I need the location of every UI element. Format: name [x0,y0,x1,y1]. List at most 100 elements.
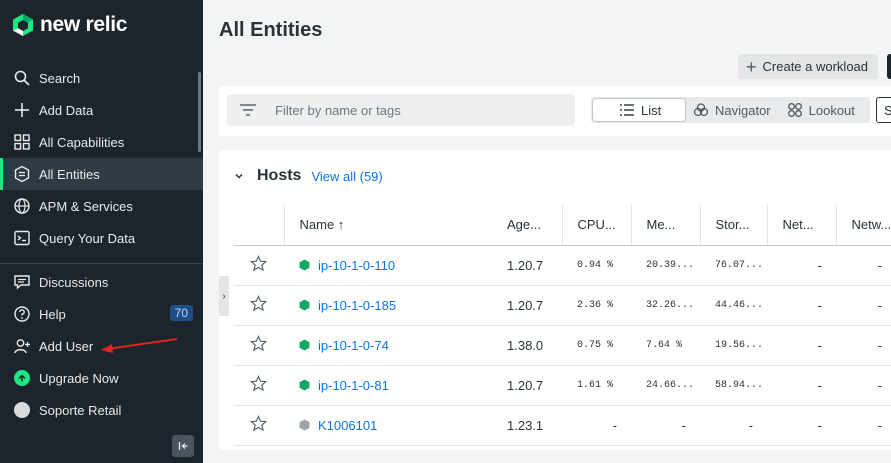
star-icon[interactable] [249,414,268,432]
filter-bar[interactable] [227,94,575,126]
cpu-cell: 0.75 % [562,325,631,366]
sidebar-scrollbar[interactable] [198,72,201,152]
tab-label: Navigator [715,102,771,118]
age-cell: 1.20.7 [492,285,562,326]
status-hexagon-icon [299,339,310,351]
sidebar-item-help[interactable]: Help 70 [0,298,203,330]
brand-name: new relic [40,13,128,36]
chat-icon [13,273,31,291]
sidebar-item-all-capabilities[interactable]: All Capabilities [0,126,203,158]
create-workload-button[interactable]: + Create a workload [738,54,879,79]
entity-link[interactable]: ip-10-1-0-74 [318,338,389,353]
primary-action-button[interactable] [887,54,891,79]
storage-cell: 58.94... [700,365,767,406]
column-header-age[interactable]: Age... [492,205,563,246]
extra-view-button[interactable]: S [876,97,891,123]
net-cell: - [767,245,836,286]
entities-icon [13,165,31,183]
tab-list[interactable]: List [593,99,685,121]
sidebar-item-search[interactable]: Search [0,62,203,94]
column-header-net[interactable]: Net... [767,205,837,246]
column-header-network[interactable]: Netw... [836,205,891,246]
section-title: Hosts [257,167,302,184]
list-icon [620,104,634,116]
add-user-icon [13,337,31,355]
new-relic-logo[interactable]: new relic [12,12,127,38]
sidebar-item-label: Discussions [39,274,109,290]
age-cell: 1.38.0 [492,325,562,366]
plus-icon: + [746,56,757,77]
net-cell: - [767,405,836,446]
globe-icon [13,197,31,215]
view-switcher: List Navigator Lookout [591,97,870,123]
table-header-row: Name ↑ Age... CPU... Me... Stor... Net..… [234,205,891,246]
star-icon[interactable] [249,334,268,352]
tab-navigator[interactable]: Navigator [685,99,779,121]
sidebar-item-discussions[interactable]: Discussions [0,266,203,298]
table-row[interactable]: ip-10-1-0-185 1.20.7 2.36 % 32.26... 44.46..… [234,285,891,326]
sidebar-item-label: Add User [39,338,94,354]
sidebar-item-label: Soporte Retail [39,402,122,418]
help-count-badge: 70 [169,305,193,321]
collapse-icon [178,442,188,450]
network-cell: - [836,285,891,326]
cpu-cell: 1.61 % [562,365,631,406]
filter-icon [240,104,256,116]
column-header-memory[interactable]: Me... [631,205,701,246]
grid-icon [13,133,31,151]
sidebar-item-all-entities[interactable]: All Entities [0,158,203,190]
status-hexagon-icon [299,419,310,431]
favorite-cell [234,285,284,326]
tab-label: Lookout [808,102,855,118]
network-cell: - [836,365,891,406]
entity-name-cell: ip-10-1-0-110 [284,245,492,286]
entity-link[interactable]: K1006101 [318,418,377,433]
sidebar-item-user-profile[interactable]: Soporte Retail [0,394,203,426]
expand-panel-handle[interactable]: › [219,276,229,316]
collapse-sidebar-button[interactable] [172,435,194,457]
sidebar-nav: new relic Search Add Data All Capabiliti… [0,0,203,463]
table-row[interactable]: ip-10-1-0-74 1.38.0 0.75 % 7.64 % 19.56... - - [234,325,891,366]
age-cell: 1.20.7 [492,245,562,286]
net-cell: - [767,285,836,326]
entity-link[interactable]: ip-10-1-0-81 [318,378,389,393]
memory-cell: 7.64 % [631,325,700,366]
cpu-cell: - [562,405,631,446]
sidebar-item-query-your-data[interactable]: Query Your Data [0,222,203,254]
favorite-cell [234,405,284,446]
upgrade-icon [13,369,31,387]
table-row[interactable]: ip-10-1-0-81 1.20.7 1.61 % 24.66... 58.94...… [234,365,891,406]
favorite-cell [234,365,284,406]
status-hexagon-icon [299,299,310,311]
column-header-storage[interactable]: Stor... [700,205,768,246]
sidebar-item-add-data[interactable]: Add Data [0,94,203,126]
avatar-icon [13,401,31,419]
view-all-link[interactable]: View all (59) [311,169,382,184]
memory-cell: 24.66... [631,365,700,406]
sidebar-item-apm-services[interactable]: APM & Services [0,190,203,222]
column-header-name[interactable]: Name ↑ [283,205,492,246]
table-row[interactable]: K1006101 1.23.1- - - - - [234,405,891,446]
filter-input[interactable] [275,102,555,118]
entity-link[interactable]: ip-10-1-0-185 [318,298,396,313]
sidebar-item-upgrade-now[interactable]: Upgrade Now [0,362,203,394]
memory-cell: 20.39... [631,245,700,286]
entity-name-cell: K1006101 [284,405,492,446]
tab-lookout[interactable]: Lookout [779,99,863,121]
sidebar-item-label: All Entities [39,166,100,182]
cpu-cell: 0.94 % [562,245,631,286]
table-row[interactable]: ip-10-1-0-110 1.20.7 0.94 % 20.39... 76.07..… [234,245,891,286]
star-icon[interactable] [249,254,268,272]
new-relic-logo-icon [13,14,33,36]
help-icon [13,305,31,323]
status-hexagon-icon [299,379,310,391]
entity-link[interactable]: ip-10-1-0-110 [318,258,395,273]
column-header-cpu[interactable]: CPU... [562,205,632,246]
entity-name-cell: ip-10-1-0-74 [284,325,492,366]
status-hexagon-icon [299,259,310,271]
chevron-down-icon[interactable] [233,170,245,182]
terminal-icon [13,229,31,247]
star-icon[interactable] [249,294,268,312]
entity-name-cell: ip-10-1-0-185 [284,285,492,326]
star-icon[interactable] [249,374,268,392]
